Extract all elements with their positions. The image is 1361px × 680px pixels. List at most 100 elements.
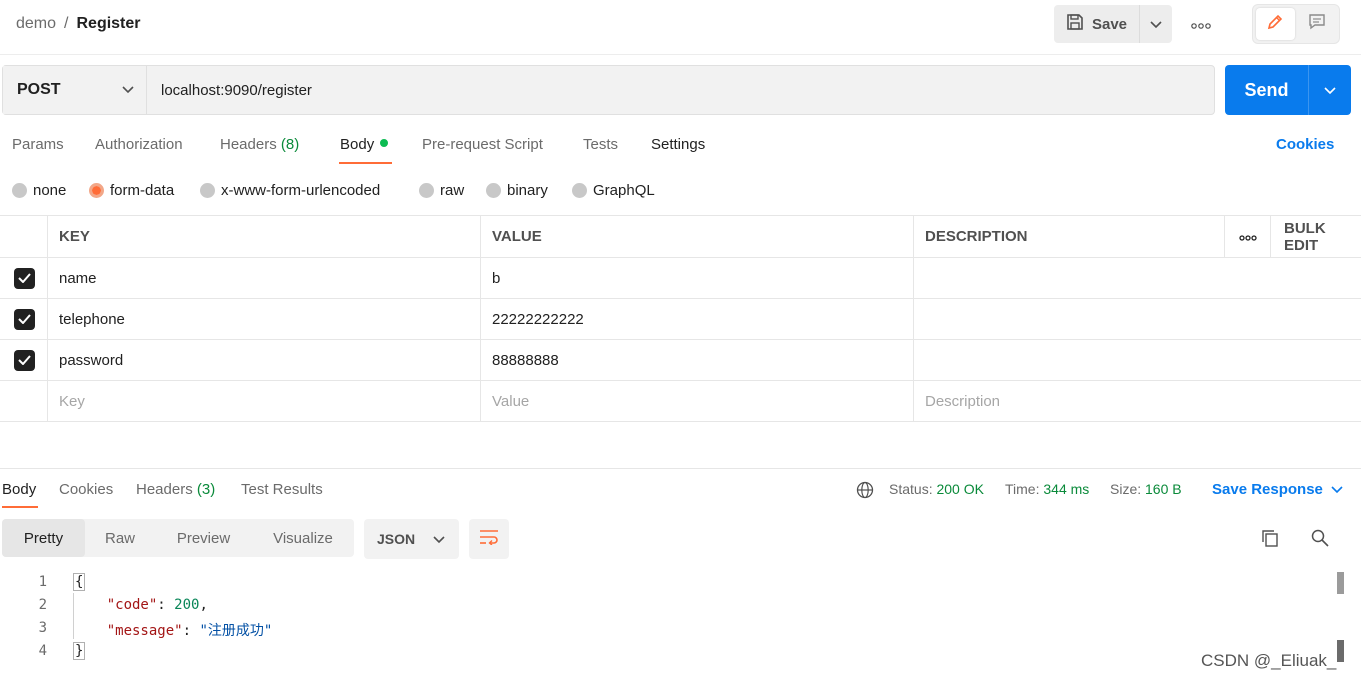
- json-string: "注册成功": [199, 623, 273, 639]
- radio-label: x-www-form-urlencoded: [221, 182, 381, 199]
- line-number: 4: [38, 643, 47, 659]
- save-button[interactable]: Save: [1054, 5, 1140, 43]
- cookies-link[interactable]: Cookies: [1276, 136, 1334, 153]
- checkmark-icon: [17, 355, 31, 365]
- code-brace: {: [73, 573, 86, 591]
- radio-indicator-selected: [89, 183, 104, 198]
- status-readout[interactable]: Status: 200 OK: [889, 481, 984, 497]
- response-tab-body[interactable]: Body: [2, 481, 36, 498]
- response-format-select[interactable]: JSON: [364, 519, 459, 559]
- new-value-input[interactable]: Value: [480, 381, 914, 421]
- save-icon: [1066, 13, 1084, 35]
- tab-headers[interactable]: Headers (8): [220, 136, 299, 153]
- row-checkbox[interactable]: [13, 349, 35, 371]
- send-options-button[interactable]: [1309, 65, 1351, 115]
- url-input[interactable]: [147, 66, 1214, 114]
- save-options-button[interactable]: [1140, 5, 1172, 43]
- new-key-input[interactable]: Key: [47, 381, 481, 421]
- view-raw[interactable]: Raw: [85, 519, 155, 557]
- globe-icon[interactable]: [856, 481, 874, 502]
- radio-indicator: [419, 183, 434, 198]
- tab-tests[interactable]: Tests: [583, 136, 618, 153]
- copy-button[interactable]: [1258, 528, 1282, 552]
- radio-none[interactable]: none: [12, 182, 66, 199]
- format-label: JSON: [377, 531, 416, 547]
- send-group: Send: [1225, 65, 1351, 115]
- description-cell[interactable]: [913, 258, 1225, 298]
- radio-urlencoded[interactable]: x-www-form-urlencoded: [200, 182, 380, 199]
- active-tab-underline: [339, 162, 392, 164]
- radio-binary[interactable]: binary: [486, 182, 548, 199]
- radio-graphql[interactable]: GraphQL: [572, 182, 655, 199]
- tab-headers-count: (8): [280, 136, 300, 153]
- description-cell[interactable]: [913, 299, 1225, 339]
- comment-icon: [1308, 13, 1326, 35]
- save-response-button[interactable]: Save Response: [1212, 481, 1343, 498]
- table-row: password 88888888: [0, 340, 1361, 381]
- bulk-edit-button[interactable]: Bulk Edit: [1270, 216, 1361, 257]
- tab-params[interactable]: Params: [12, 136, 64, 153]
- response-tab-cookies[interactable]: Cookies: [59, 481, 113, 498]
- row-checkbox[interactable]: [13, 267, 35, 289]
- column-header-key: KEY: [47, 216, 481, 257]
- wrap-lines-button[interactable]: [469, 519, 509, 559]
- watermark: CSDN @_Eliuak_: [1201, 651, 1337, 670]
- response-tab-test-results[interactable]: Test Results: [241, 481, 323, 498]
- size-readout[interactable]: Size: 160 B: [1110, 481, 1182, 497]
- table-header-row: KEY VALUE DESCRIPTION Bulk Edit: [0, 216, 1361, 258]
- tab-body[interactable]: Body: [340, 136, 389, 153]
- time-readout[interactable]: Time: 344 ms: [1005, 481, 1089, 497]
- request-name[interactable]: Register: [76, 15, 140, 33]
- table-options-button[interactable]: [1224, 216, 1270, 257]
- key-cell[interactable]: name: [47, 258, 481, 298]
- response-tab-headers[interactable]: Headers (3): [136, 481, 215, 498]
- key-cell[interactable]: password: [47, 340, 481, 380]
- value-cell[interactable]: 88888888: [480, 340, 914, 380]
- chevron-down-icon: [1324, 82, 1336, 99]
- comments-mode-button[interactable]: [1298, 8, 1337, 40]
- tab-settings[interactable]: Settings: [651, 136, 705, 153]
- value-cell[interactable]: b: [480, 258, 914, 298]
- view-preview[interactable]: Preview: [155, 519, 252, 557]
- key-cell[interactable]: telephone: [47, 299, 481, 339]
- response-body-editor[interactable]: 1 { 2 "code": 200, 3 "message": "注册成功" 4…: [0, 571, 1330, 663]
- value-cell[interactable]: 22222222222: [480, 299, 914, 339]
- response-tab-headers-count: (3): [196, 481, 216, 498]
- response-divider[interactable]: [0, 468, 1361, 469]
- code-line: 2 "code": 200,: [0, 594, 1330, 617]
- radio-indicator: [572, 183, 587, 198]
- tab-prerequest-script[interactable]: Pre-request Script: [422, 136, 543, 153]
- json-key: "message": [106, 623, 183, 639]
- radio-form-data[interactable]: form-data: [89, 182, 174, 199]
- search-button[interactable]: [1308, 528, 1332, 552]
- radio-raw[interactable]: raw: [419, 182, 464, 199]
- line-number: 3: [38, 620, 47, 636]
- view-visualize[interactable]: Visualize: [252, 519, 354, 557]
- view-mode-toggle: [1252, 4, 1340, 44]
- method-select[interactable]: POST: [3, 66, 147, 114]
- scrollbar-thumb[interactable]: [1337, 572, 1344, 594]
- row-checkbox[interactable]: [13, 308, 35, 330]
- description-cell[interactable]: [913, 340, 1225, 380]
- scrollbar-thumb[interactable]: [1337, 640, 1344, 662]
- radio-label: GraphQL: [593, 182, 655, 199]
- chevron-down-icon: [122, 81, 134, 99]
- view-pretty[interactable]: Pretty: [2, 519, 85, 557]
- code-brace: }: [73, 642, 86, 660]
- send-button[interactable]: Send: [1225, 65, 1309, 115]
- editor-scrollbar[interactable]: [1337, 572, 1344, 680]
- breadcrumb-collection[interactable]: demo: [16, 15, 56, 33]
- more-options-button[interactable]: [1186, 14, 1216, 34]
- new-description-input[interactable]: Description: [913, 381, 1225, 421]
- radio-indicator: [486, 183, 501, 198]
- save-group: Save: [1054, 5, 1172, 43]
- wrap-lines-icon: [479, 529, 499, 549]
- row-checkbox-cell: [0, 340, 48, 380]
- code-line: 4 }: [0, 640, 1330, 663]
- edit-mode-button[interactable]: [1256, 8, 1295, 40]
- table-row: name b: [0, 258, 1361, 299]
- column-header-value: VALUE: [480, 216, 914, 257]
- more-horizontal-icon: [1191, 16, 1211, 33]
- tab-authorization[interactable]: Authorization: [95, 136, 183, 153]
- line-number: 1: [38, 574, 47, 590]
